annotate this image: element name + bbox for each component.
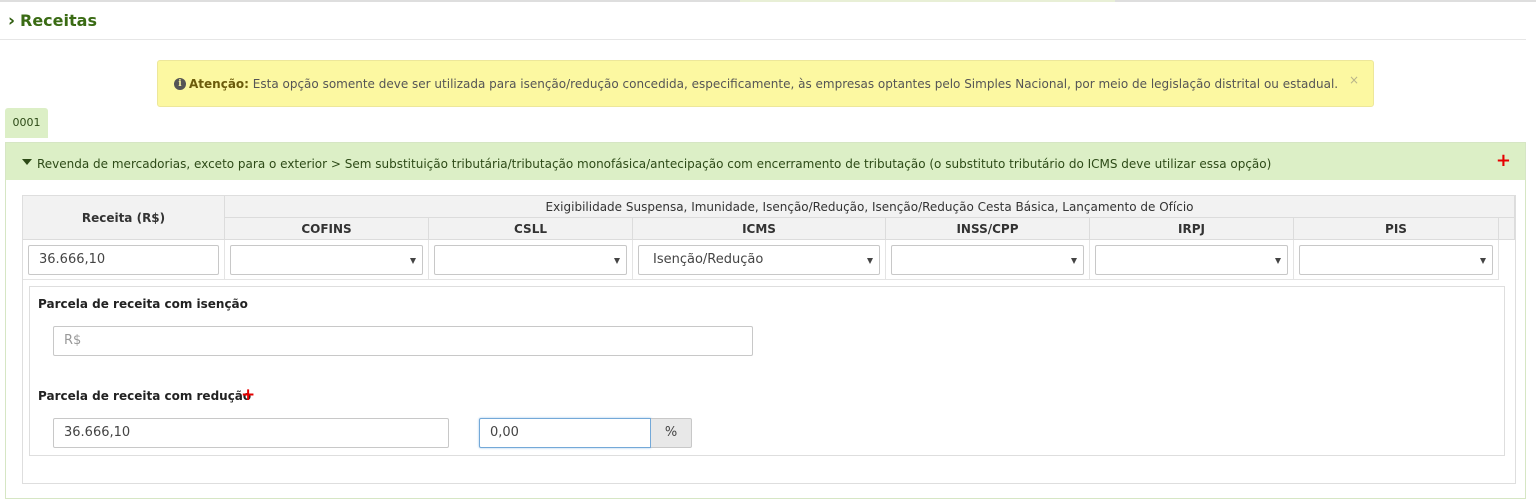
chevron-right-icon: ›: [8, 11, 16, 31]
info-circle-icon: i: [174, 78, 186, 90]
activity-title: Revenda de mercadorias, exceto para o ex…: [37, 157, 1272, 171]
exemption-details: Parcela de receita com isenção R$ Parcel…: [29, 286, 1505, 456]
section-title: Receitas: [20, 11, 97, 30]
isencao-input[interactable]: R$: [53, 326, 753, 356]
add-reducao-button[interactable]: +: [241, 387, 255, 404]
icms-select-value: Isenção/Redução: [653, 252, 764, 267]
revenue-table: Receita (R$) Exigibilidade Suspensa, Imu…: [22, 195, 1516, 484]
dropdown-arrow-icon: [1071, 258, 1077, 264]
dropdown-arrow-icon: [1275, 258, 1281, 264]
receita-cell: 36.666,10: [23, 240, 225, 280]
icms-select[interactable]: Isenção/Redução: [638, 245, 880, 275]
inss-cpp-select[interactable]: [891, 245, 1084, 275]
icms-cell: Isenção/Redução: [633, 240, 886, 280]
reducao-percent-input[interactable]: 0,00: [479, 418, 651, 448]
section-header: › Receitas: [0, 8, 1526, 40]
cofins-cell: [225, 240, 429, 280]
dropdown-arrow-icon: [614, 258, 620, 264]
pis-cell: [1294, 240, 1499, 280]
activity-panel: Revenda de mercadorias, exceto para o ex…: [5, 142, 1526, 499]
receita-header: Receita (R$): [23, 196, 225, 240]
dropdown-arrow-icon: [1480, 258, 1486, 264]
dropdown-arrow-icon: [867, 258, 873, 264]
alert-label: Atenção:: [189, 77, 249, 91]
add-activity-button[interactable]: +: [1496, 151, 1511, 171]
receita-input[interactable]: 36.666,10: [28, 245, 219, 275]
warning-alert: i Atenção: Esta opção somente deve ser u…: [157, 60, 1374, 107]
csll-cell: [429, 240, 633, 280]
reducao-label: Parcela de receita com redução: [38, 389, 252, 403]
header-scroll-spacer: [1499, 218, 1515, 240]
reducao-value-input[interactable]: 36.666,10: [53, 418, 449, 448]
top-border: [0, 0, 1536, 2]
cofins-select[interactable]: [230, 245, 423, 275]
csll-select[interactable]: [434, 245, 627, 275]
irpj-select[interactable]: [1095, 245, 1288, 275]
irpj-cell: [1090, 240, 1294, 280]
establishment-tab[interactable]: 0001: [5, 108, 48, 138]
dropdown-arrow-icon: [410, 258, 416, 264]
column-header-irpj: IRPJ: [1090, 218, 1294, 240]
activity-panel-header[interactable]: Revenda de mercadorias, exceto para o ex…: [6, 143, 1525, 180]
caret-down-icon[interactable]: [22, 159, 32, 165]
alert-body: Esta opção somente deve ser utilizada pa…: [252, 77, 1339, 91]
alert-message: Atenção: Esta opção somente deve ser uti…: [189, 77, 1338, 91]
column-header-cofins: COFINS: [225, 218, 429, 240]
close-icon[interactable]: ×: [1349, 73, 1359, 87]
inss-cpp-cell: [886, 240, 1090, 280]
column-header-csll: CSLL: [429, 218, 633, 240]
column-header-icms: ICMS: [633, 218, 886, 240]
isencao-label: Parcela de receita com isenção: [38, 297, 248, 311]
column-header-pis: PIS: [1294, 218, 1499, 240]
column-header-inss-cpp: INSS/CPP: [886, 218, 1090, 240]
percent-addon: %: [651, 418, 692, 448]
exigibilidade-group-header: Exigibilidade Suspensa, Imunidade, Isenç…: [225, 196, 1515, 218]
top-border-highlight: [740, 0, 1115, 2]
pis-select[interactable]: [1299, 245, 1493, 275]
